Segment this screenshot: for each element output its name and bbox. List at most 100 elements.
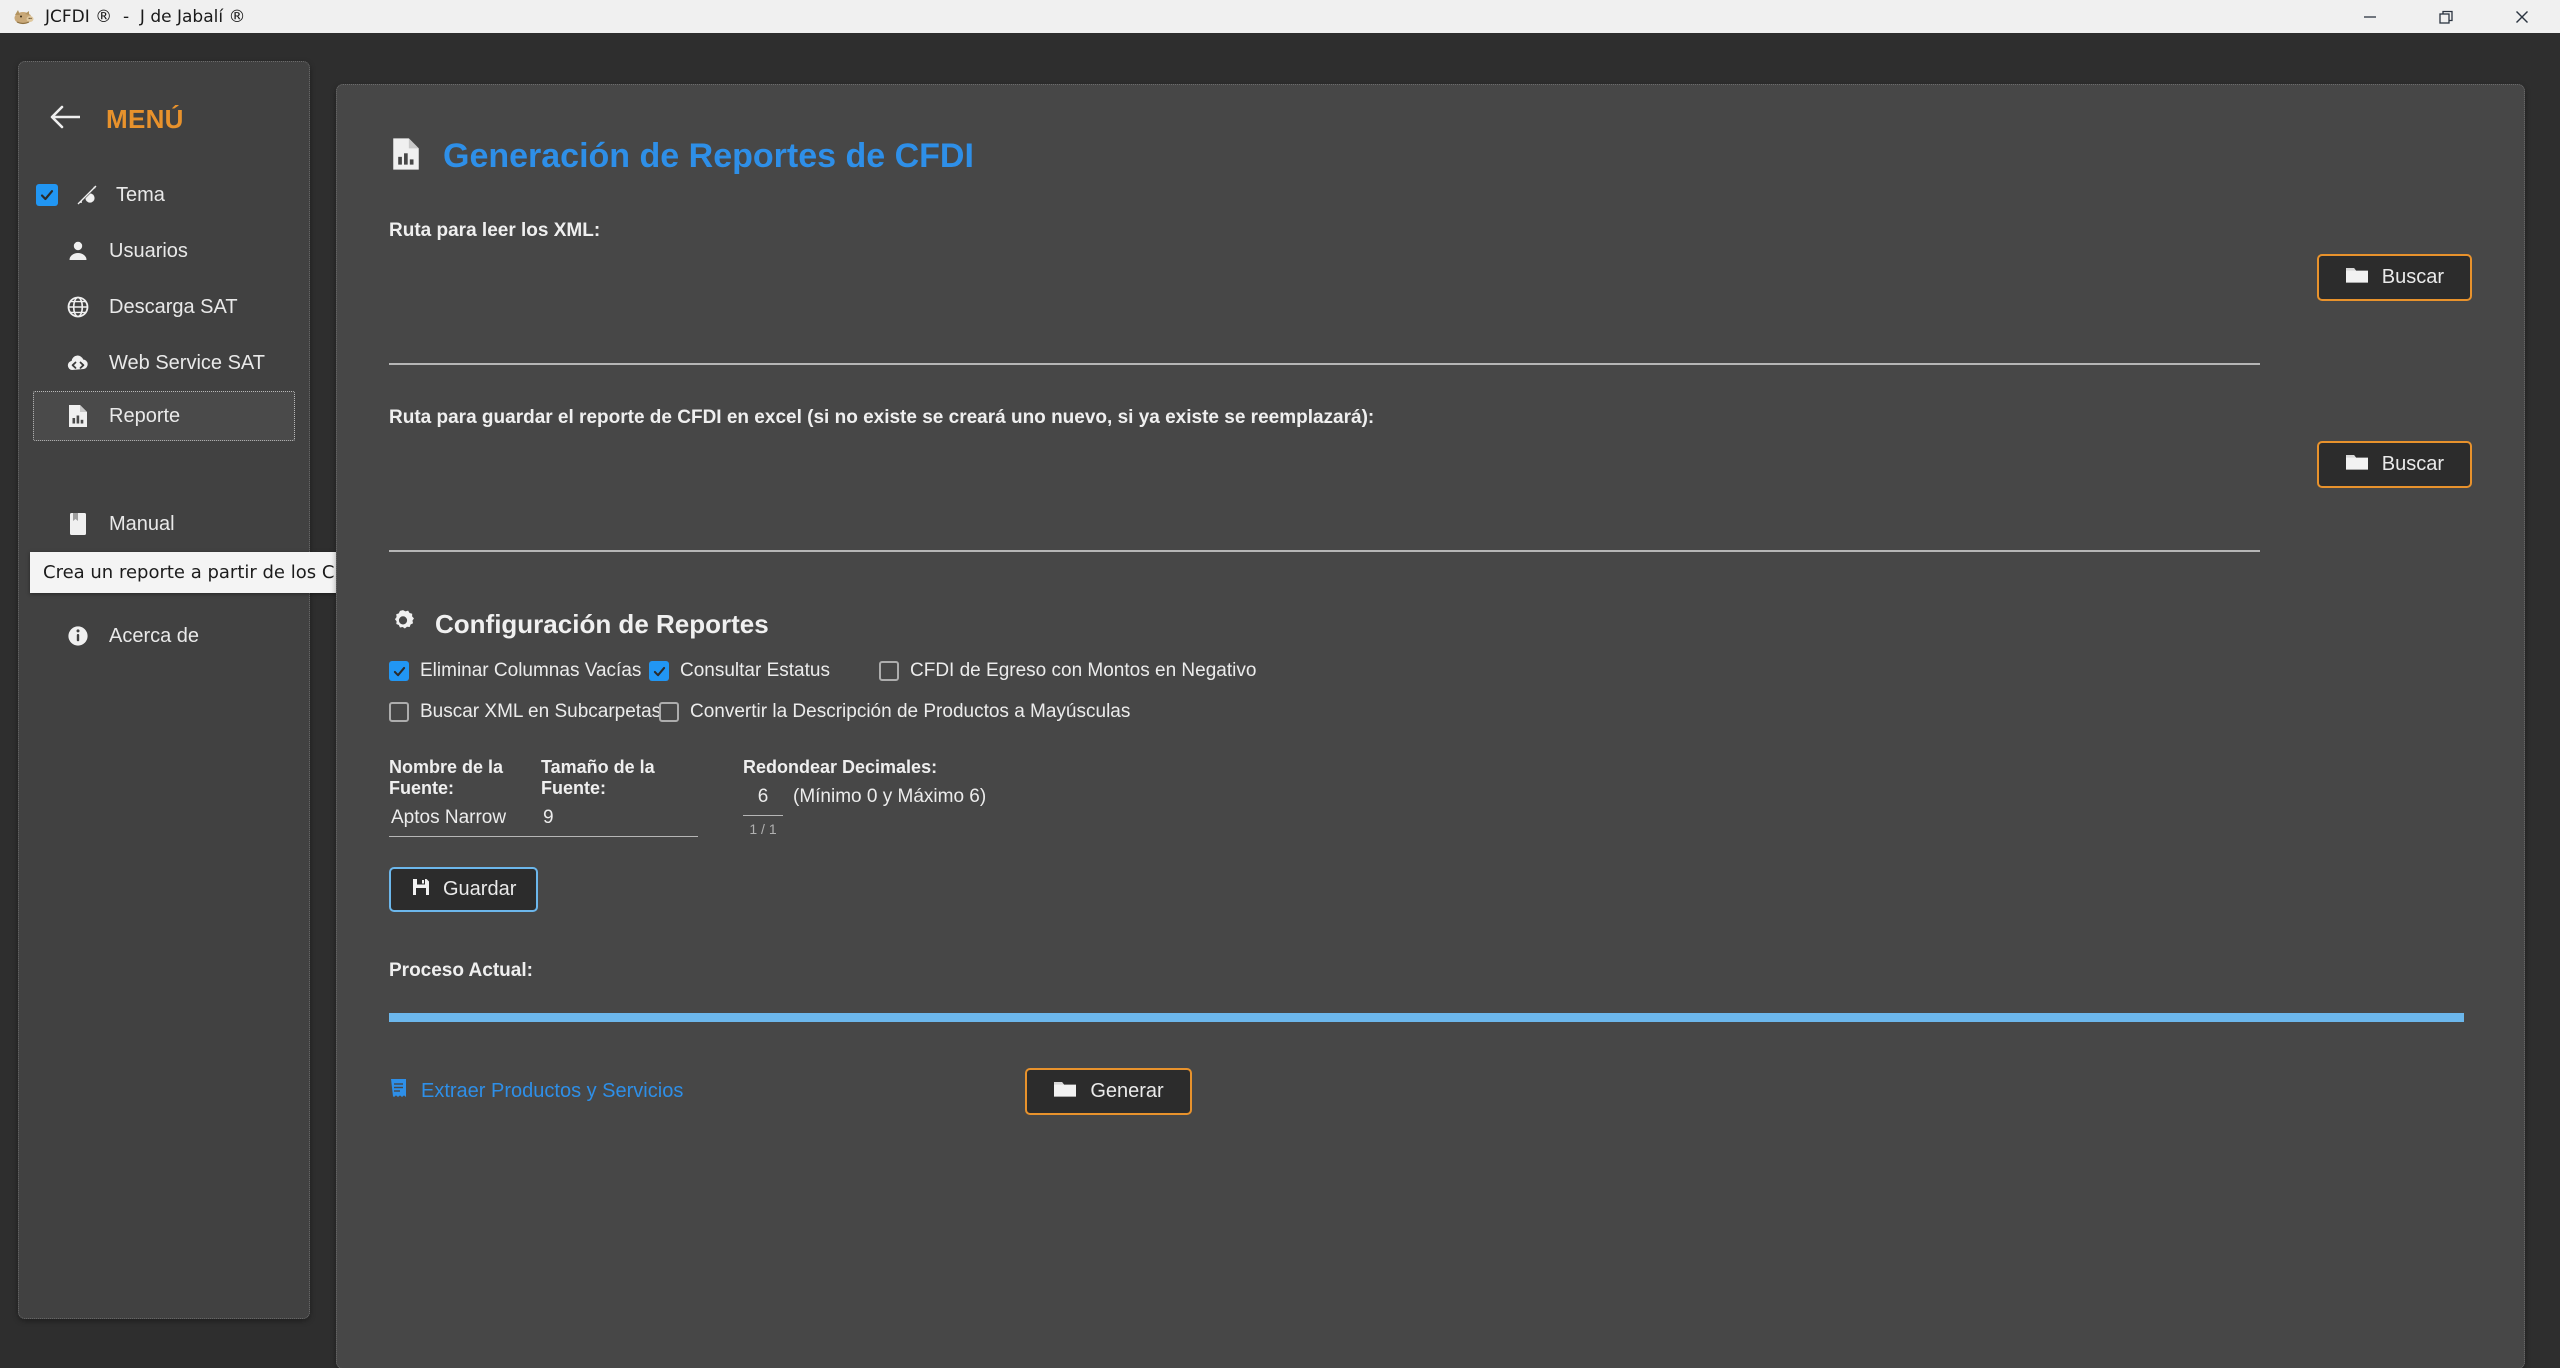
sidebar-item-acerca-de[interactable]: Acerca de [19,608,309,664]
checkbox-box[interactable] [389,661,409,681]
extraer-productos-servicios-link[interactable]: Extraer Productos y Servicios [389,1078,683,1106]
sidebar-item-label: Usuarios [109,240,188,263]
receipt-icon [389,1078,408,1106]
checkbox-box[interactable] [649,661,669,681]
report-file-icon [389,135,423,178]
checkbox-buscar-xml-subcarpetas[interactable]: Buscar XML en Subcarpetas [389,701,659,723]
window-title: JCFDI ® - J de Jabalí ® [45,7,245,27]
round-decimals-counter: 1 / 1 [749,821,776,837]
tooltip-spacer [19,441,309,496]
buscar-save-label: Buscar [2382,453,2444,476]
font-name-field: Nombre de la Fuente: Aptos Narrow [389,757,541,837]
checkbox-label: Buscar XML en Subcarpetas [420,701,661,723]
progress-bar-fill [389,1013,2464,1022]
sidebar-item-label: Reporte [109,405,180,428]
path-read-input[interactable] [389,323,2260,365]
font-size-input[interactable]: 9 [541,799,698,837]
checkbox-label: Convertir la Descripción de Productos a … [690,701,1130,723]
path-save-input[interactable] [389,510,2260,552]
generate-button-wrap: Generar [1025,1068,1191,1115]
minimize-button[interactable] [2332,0,2408,33]
generate-button[interactable]: Generar [1025,1068,1191,1115]
folder-icon [2345,452,2369,477]
sidebar-item-descarga-sat[interactable]: Descarga SAT [19,279,309,335]
arrow-left-icon[interactable] [49,104,83,135]
buscar-read-label: Buscar [2382,266,2444,289]
bottom-actions-row: Extraer Productos y Servicios Generar [389,1068,2472,1115]
sidebar-item-label: Manual [109,513,175,536]
sidebar-item-web-service-sat[interactable]: Web Service SAT [19,335,309,391]
checkbox-box[interactable] [659,702,679,722]
round-decimals-label: Redondear Decimales: [743,757,986,778]
close-button[interactable] [2484,0,2560,33]
buscar-save-button[interactable]: Buscar [2317,441,2472,488]
sidebar: MENÚ Tema [18,61,310,1319]
boar-icon [12,6,34,28]
folder-icon [1053,1079,1077,1104]
restore-button[interactable] [2408,0,2484,33]
menu-title: MENÚ [106,104,184,135]
save-button-label: Guardar [443,878,516,901]
sidebar-item-label: Web Service SAT [109,352,265,375]
restore-icon [2437,8,2455,26]
app-shell: MENÚ Tema [0,33,2560,1368]
checkbox-label: Consultar Estatus [680,660,830,682]
checkbox-convertir-descripcion-mayusculas[interactable]: Convertir la Descripción de Productos a … [659,701,1130,723]
checkbox-consultar-estatus[interactable]: Consultar Estatus [649,660,879,682]
sidebar-item-label: Descarga SAT [109,296,238,319]
save-button[interactable]: Guardar [389,867,538,912]
report-file-icon [65,403,91,429]
checkbox-box[interactable] [879,661,899,681]
sidebar-item-label: Acerca de [109,625,199,648]
tema-checkbox[interactable] [36,184,58,206]
sidebar-item-usuarios[interactable]: Usuarios [19,223,309,279]
round-decimals-input[interactable]: 6 [743,778,783,816]
sidebar-item-reporte[interactable]: Reporte [33,391,295,441]
config-checkbox-row-2: Buscar XML en Subcarpetas Convertir la D… [389,701,2472,723]
extraer-link-label: Extraer Productos y Servicios [421,1080,683,1103]
generate-button-label: Generar [1090,1080,1163,1103]
cloud-code-icon [65,350,91,376]
font-name-label: Nombre de la Fuente: [389,757,541,799]
path-save-label: Ruta para guardar el reporte de CFDI en … [389,407,2472,429]
save-disk-icon [411,877,431,903]
book-icon [65,511,91,537]
page-title: Generación de Reportes de CFDI [443,137,974,176]
page-header: Generación de Reportes de CFDI [389,135,2472,178]
globe-icon [65,294,91,320]
folder-icon [2345,265,2369,290]
progress-bar [389,1013,2464,1022]
font-size-label: Tamaño de la Fuente: [541,757,698,799]
window-controls [2332,0,2560,33]
config-checkbox-row-1: Eliminar Columnas Vacías Consultar Estat… [389,660,2472,682]
sidebar-item-manual[interactable]: Manual [19,496,309,552]
info-circle-icon [65,623,91,649]
path-save-row [389,510,2472,552]
checkbox-cfdi-egreso-negativo[interactable]: CFDI de Egreso con Montos en Negativo [879,660,1256,682]
font-name-input[interactable]: Aptos Narrow [389,799,541,837]
font-size-field: Tamaño de la Fuente: 9 [541,757,698,837]
minimize-icon [2361,8,2379,26]
menu-header[interactable]: MENÚ [19,62,309,135]
round-decimals-field: Redondear Decimales: 6 1 / 1 (Mínimo 0 y… [743,757,986,837]
gear-icon [389,608,417,641]
path-read-button-wrap: Buscar [389,254,2472,301]
round-decimals-hint: (Mínimo 0 y Máximo 6) [793,786,986,808]
titlebar-left: JCFDI ® - J de Jabalí ® [0,6,245,28]
buscar-read-button[interactable]: Buscar [2317,254,2472,301]
main-content: Generación de Reportes de CFDI Ruta para… [337,85,2524,1115]
theme-toggle-icon [74,182,100,208]
path-save-button-wrap: Buscar [389,441,2472,488]
tooltip: Crea un reporte a partir de los CFDI. [30,552,383,593]
checkbox-box[interactable] [389,702,409,722]
main-panel: Generación de Reportes de CFDI Ruta para… [336,84,2525,1368]
close-icon [2513,8,2531,26]
checkbox-eliminar-columnas-vacias[interactable]: Eliminar Columnas Vacías [389,660,649,682]
sidebar-item-label: Tema [116,184,165,207]
window-titlebar: JCFDI ® - J de Jabalí ® [0,0,2560,33]
path-read-label: Ruta para leer los XML: [389,220,2472,242]
checkbox-label: CFDI de Egreso con Montos en Negativo [910,660,1256,682]
checkbox-label: Eliminar Columnas Vacías [420,660,641,682]
sidebar-item-tema[interactable]: Tema [19,167,309,223]
proceso-actual-label: Proceso Actual: [389,960,2472,982]
